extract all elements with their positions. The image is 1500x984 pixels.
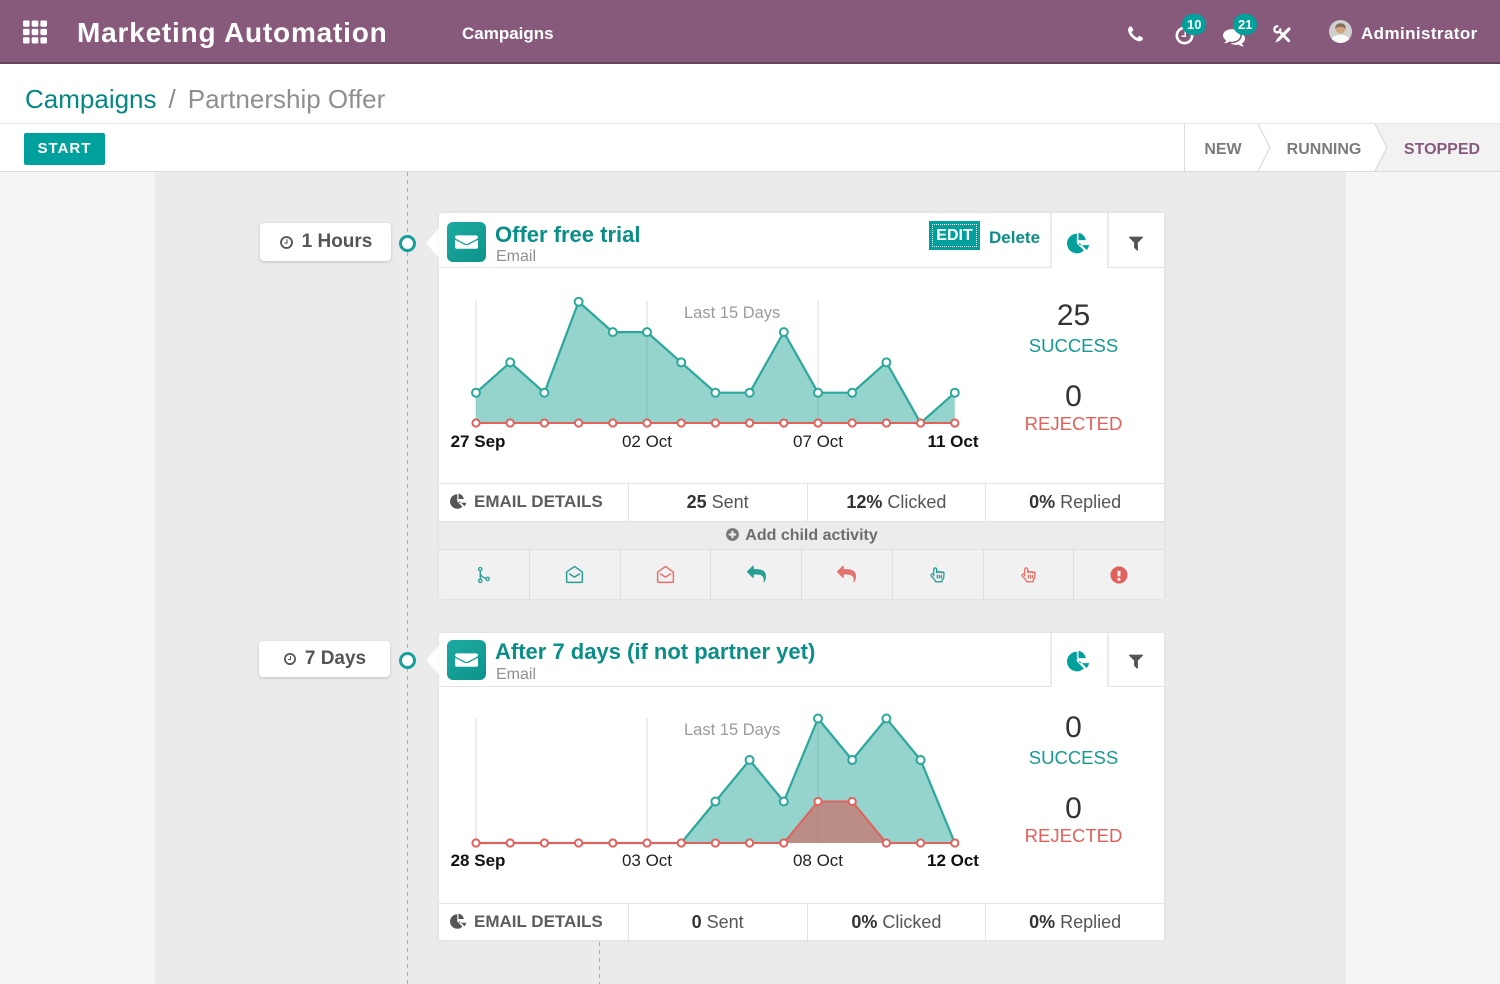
svg-text:02 Oct: 02 Oct bbox=[622, 432, 672, 451]
svg-text:11 Oct: 11 Oct bbox=[927, 432, 978, 451]
svg-text:Last 15 Days: Last 15 Days bbox=[684, 304, 780, 322]
svg-text:RUNNING: RUNNING bbox=[1287, 141, 1362, 158]
svg-text:27 Sep: 27 Sep bbox=[451, 432, 506, 451]
svg-text:12 Oct: 12 Oct bbox=[927, 851, 979, 870]
svg-text:28 Sep: 28 Sep bbox=[451, 851, 506, 870]
svg-text:03 Oct: 03 Oct bbox=[622, 851, 672, 870]
svg-text:STOPPED: STOPPED bbox=[1404, 141, 1480, 158]
svg-text:Last 15 Days: Last 15 Days bbox=[684, 721, 780, 739]
svg-text:08 Oct: 08 Oct bbox=[793, 851, 843, 870]
svg-text:07 Oct: 07 Oct bbox=[793, 432, 843, 451]
svg-text:NEW: NEW bbox=[1204, 141, 1242, 158]
